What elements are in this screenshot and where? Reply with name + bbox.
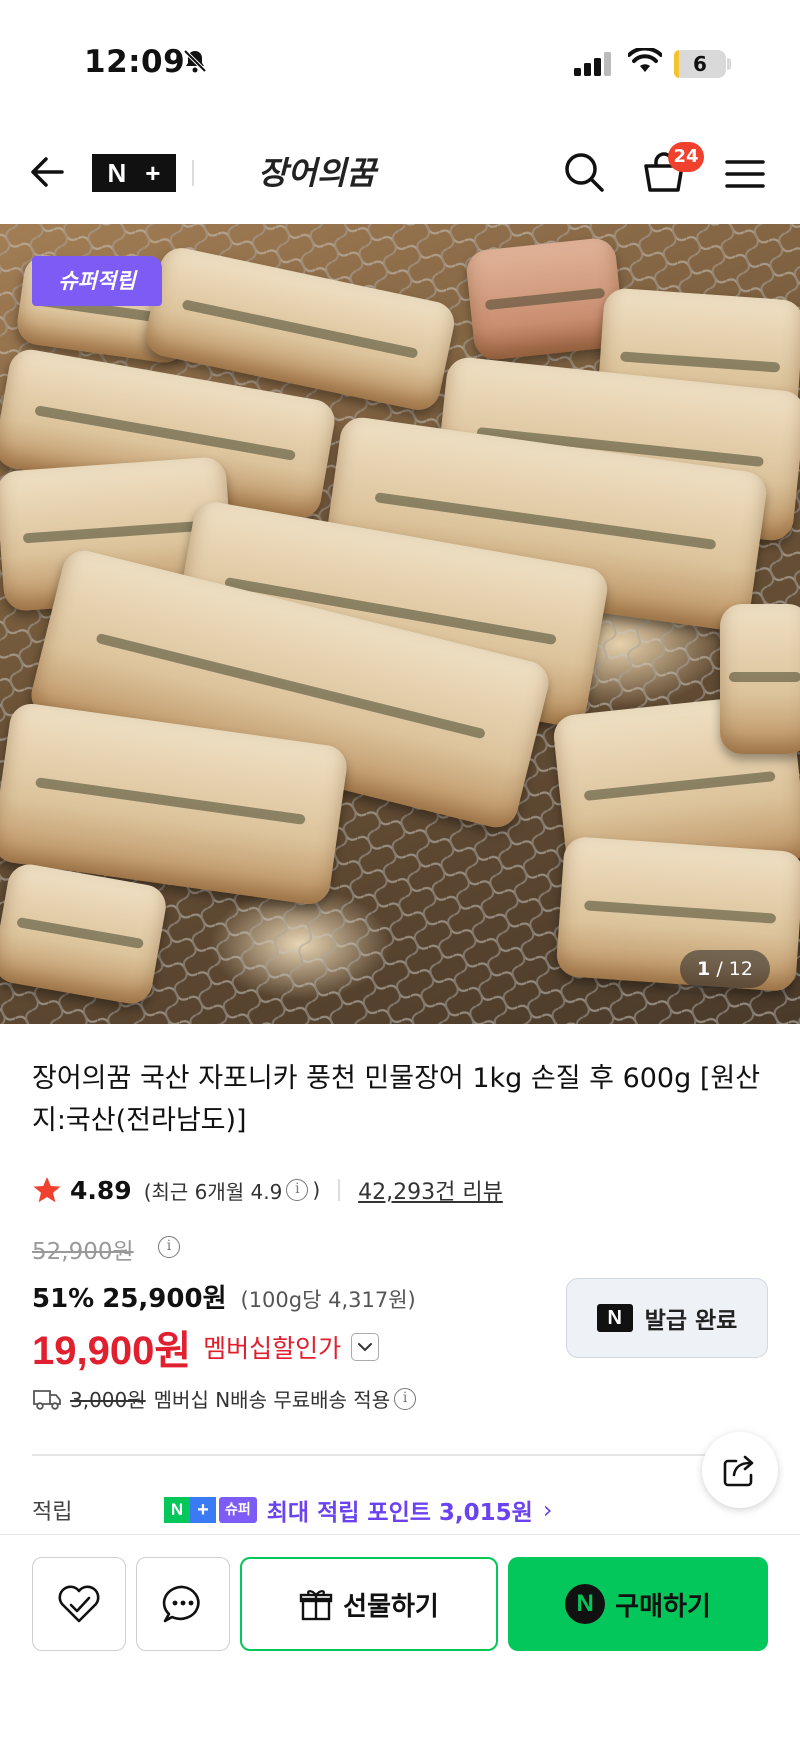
shipping-info-icon[interactable]: i	[394, 1387, 417, 1410]
points-row[interactable]: 적립 N + 슈퍼 최대 적립 포인트 3,015원 ›	[32, 1490, 772, 1530]
chevron-down-icon[interactable]	[351, 1333, 380, 1361]
original-price: 52,900원	[32, 1239, 134, 1265]
signal-icon	[574, 52, 611, 76]
star-icon	[33, 1177, 61, 1203]
logo-plus: +	[145, 157, 161, 188]
shipping-text: 멤버십 N배송 무료배송 적용	[153, 1388, 391, 1412]
gift-label: 선물하기	[343, 1591, 439, 1622]
info-icon[interactable]: i	[286, 1179, 309, 1201]
shipping-original-fee: 3,000원	[70, 1388, 146, 1412]
shipping-row: 3,000원 멤버십 N배송 무료배송 적용 i	[32, 1384, 420, 1413]
points-label: 적립	[32, 1500, 73, 1525]
image-total: 12	[728, 958, 753, 980]
badge-n: N	[164, 1497, 190, 1523]
review-count-link[interactable]: 42,293건 리뷰	[358, 1174, 503, 1206]
image-separator: /	[710, 958, 729, 980]
gift-icon	[299, 1590, 333, 1621]
search-icon[interactable]	[562, 150, 606, 194]
cart-count-badge: 24	[668, 142, 704, 172]
naver-pay-icon: N	[565, 1584, 606, 1624]
rating-recent: (최근 6개월 4.9	[143, 1179, 283, 1204]
member-price: 19,900원	[32, 1329, 192, 1373]
max-points-text: 최대 적립 포인트 3,015원	[266, 1500, 533, 1526]
wifi-icon	[628, 48, 662, 72]
eel-piece	[720, 604, 800, 754]
battery-cap	[727, 58, 731, 70]
naver-coupon-icon: N	[596, 1304, 633, 1332]
buy-label: 구매하기	[615, 1591, 711, 1622]
chat-bubble-icon	[162, 1585, 200, 1623]
image-current: 1	[697, 958, 711, 980]
hamburger-menu-icon[interactable]	[724, 154, 766, 194]
store-logo[interactable]: 장어의꿈	[258, 148, 376, 194]
naver-plus-logo[interactable]: N +	[92, 154, 176, 192]
back-arrow-icon[interactable]	[28, 152, 68, 192]
product-image-gallery[interactable]	[0, 224, 800, 1024]
rating-value: 4.89	[70, 1175, 132, 1205]
share-icon	[723, 1455, 754, 1487]
badge-plus: +	[190, 1497, 216, 1523]
member-price-row: 19,900원 멤버십할인가	[32, 1318, 380, 1376]
coupon-label: 발급 완료	[644, 1308, 738, 1334]
naver-plus-super-badge: N + 슈퍼	[164, 1497, 257, 1523]
status-time: 12:09	[84, 44, 186, 80]
bottom-action-bar: 선물하기 N 구매하기	[0, 1534, 800, 1739]
buy-button[interactable]: N 구매하기	[508, 1557, 768, 1651]
badge-super: 슈퍼	[219, 1497, 257, 1523]
section-divider	[32, 1454, 768, 1456]
super-points-badge: 슈퍼적립	[32, 256, 162, 306]
price-info-icon[interactable]: i	[158, 1236, 180, 1258]
member-price-label: 멤버십할인가	[203, 1334, 342, 1363]
coupon-issued-button[interactable]: N 발급 완료	[566, 1278, 768, 1358]
chat-button[interactable]	[136, 1557, 230, 1651]
rating-row: 4.89 (최근 6개월 4.9 i ) 42,293건 리뷰	[32, 1170, 503, 1210]
rating-recent-close: )	[312, 1178, 321, 1202]
logo-n: N	[107, 157, 127, 188]
top-nav: N + 장어의꿈 24	[0, 130, 800, 216]
image-counter: 1 / 12	[680, 950, 770, 988]
sale-price-row: 51% 25,900원 (100g당 4,317원)	[32, 1278, 416, 1315]
sale-price: 25,900원	[102, 1284, 227, 1314]
bell-off-icon	[183, 49, 207, 73]
gift-button[interactable]: 선물하기	[240, 1557, 498, 1651]
status-bar: 12:09 6	[0, 0, 800, 120]
like-button[interactable]	[32, 1557, 126, 1651]
rating-separator	[338, 1179, 341, 1201]
truck-icon	[33, 1389, 61, 1410]
nav-divider	[192, 160, 194, 186]
discount-rate: 51%	[32, 1284, 95, 1314]
heart-check-icon	[58, 1585, 100, 1623]
battery-icon: 6	[674, 50, 726, 78]
product-title: 장어의꿈 국산 자포니카 풍천 민물장어 1kg 손질 후 600g [원산지:…	[32, 1063, 761, 1136]
chevron-right-icon: ›	[542, 1496, 553, 1524]
unit-price: (100g당 4,317원)	[240, 1288, 416, 1312]
